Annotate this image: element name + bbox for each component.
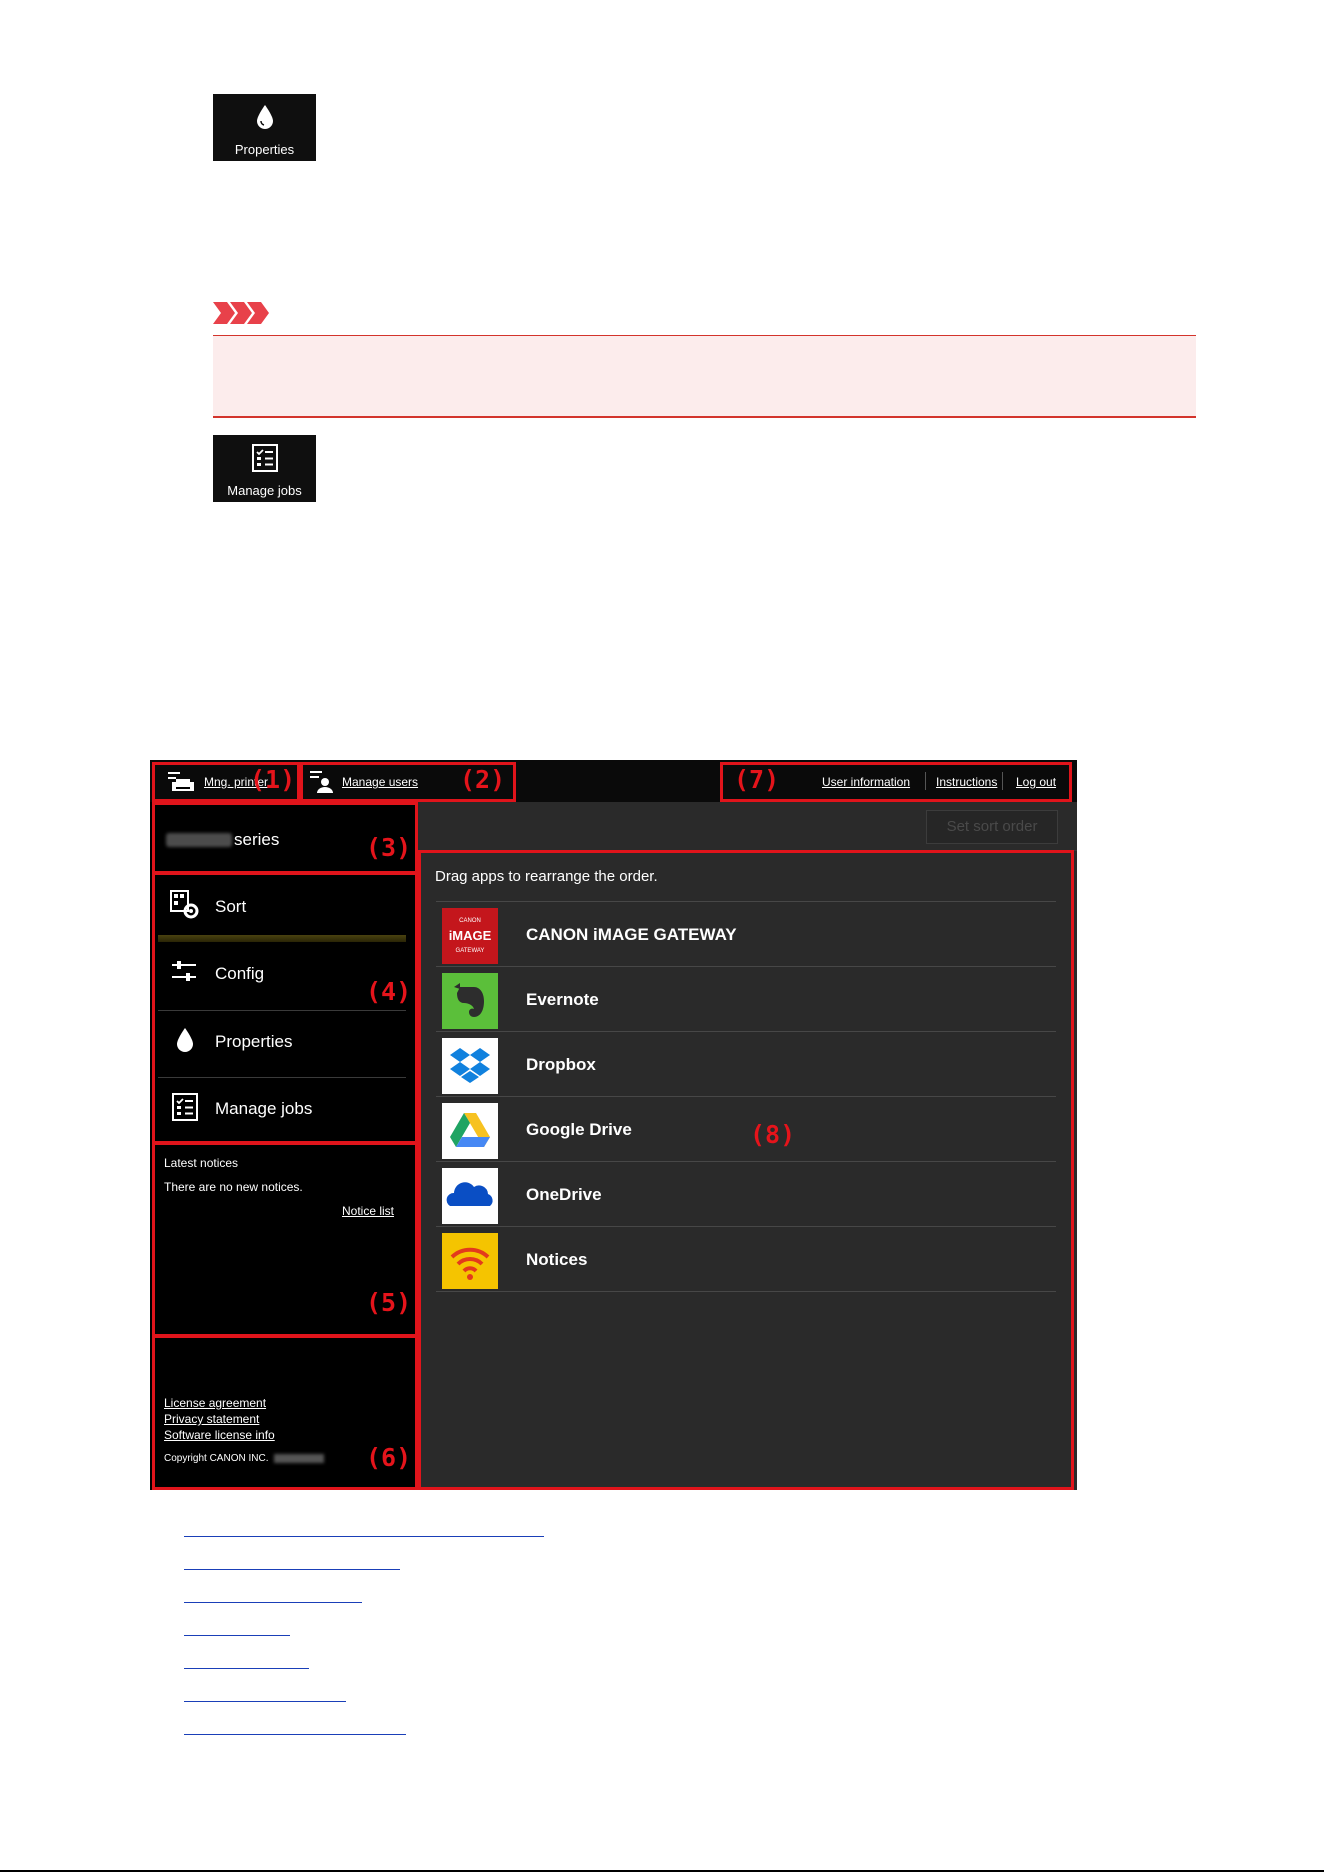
callout-number: (7) bbox=[734, 765, 780, 794]
section-link-3[interactable] bbox=[184, 1602, 362, 1603]
section-link-2[interactable] bbox=[184, 1569, 400, 1570]
callout-number: (3) bbox=[366, 833, 412, 862]
callout-box-4 bbox=[152, 872, 418, 1144]
manage-jobs-tile-label: Manage jobs bbox=[227, 483, 302, 498]
checklist-icon bbox=[213, 443, 316, 473]
section-link-1[interactable] bbox=[184, 1536, 544, 1537]
callout-number: (5) bbox=[366, 1288, 412, 1317]
section-link-6[interactable] bbox=[184, 1701, 346, 1702]
section-link-5[interactable] bbox=[184, 1668, 309, 1669]
callout-number: (1) bbox=[250, 765, 296, 794]
section-link-4[interactable] bbox=[184, 1635, 290, 1636]
properties-tile-label: Properties bbox=[234, 142, 295, 157]
important-arrows-icon bbox=[213, 302, 269, 324]
manage-jobs-tile: Manage jobs bbox=[213, 435, 316, 502]
app-screen: Mng. printer Manage users User informati… bbox=[150, 760, 1077, 1490]
callout-number: (6) bbox=[366, 1443, 412, 1472]
callout-box-8 bbox=[418, 850, 1074, 1490]
section-link-7[interactable] bbox=[184, 1734, 406, 1735]
callout-number: (4) bbox=[366, 977, 412, 1006]
callout-number: (2) bbox=[460, 765, 506, 794]
important-note-box bbox=[213, 335, 1196, 418]
ink-drop-icon bbox=[213, 102, 316, 132]
set-sort-order-button[interactable]: Set sort order bbox=[926, 810, 1058, 844]
callout-number: (8) bbox=[750, 1120, 796, 1149]
properties-tile: Properties bbox=[213, 94, 316, 161]
